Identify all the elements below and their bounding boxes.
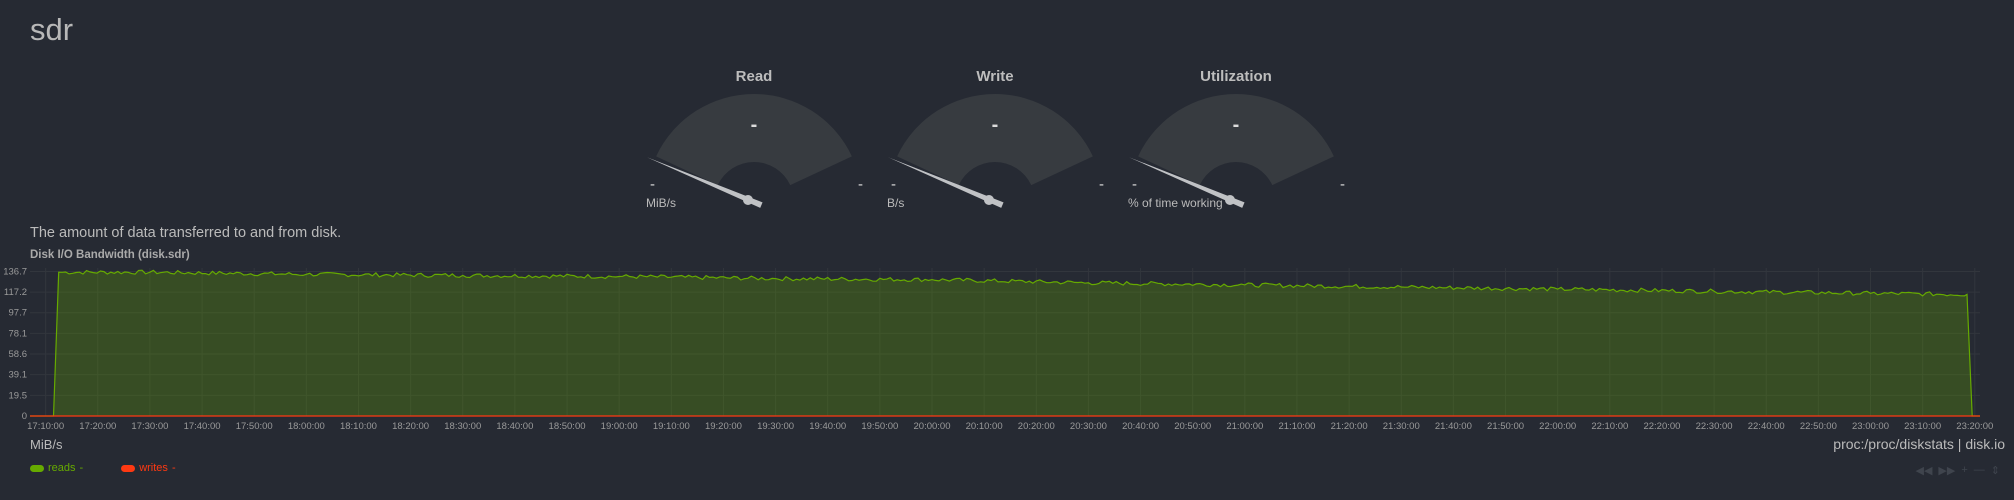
chart-toolbox: ◀◀ ▶▶ + — ⇕ — [1916, 464, 2001, 477]
x-tick-label: 23:10:00 — [1904, 421, 1941, 432]
x-tick-label: 17:30:00 — [131, 421, 168, 432]
gauge-write[interactable]: Write - - - B/s — [875, 62, 1135, 222]
gauge-pivot — [743, 195, 753, 205]
page-title: sdr — [30, 12, 74, 47]
gauge-units: B/s — [887, 196, 905, 210]
chart-description: The amount of data transferred to and fr… — [30, 225, 342, 241]
legend-value: - — [79, 462, 84, 474]
x-tick-label: 17:50:00 — [236, 421, 273, 432]
series-reads-area — [30, 270, 1980, 416]
y-tick-label: 19.5 — [9, 390, 28, 401]
y-tick-label: 97.7 — [9, 308, 28, 319]
x-tick-label: 21:30:00 — [1383, 421, 1420, 432]
gauge-min: - — [650, 176, 655, 193]
legend-swatch — [121, 464, 136, 472]
x-tick-label: 22:40:00 — [1748, 421, 1785, 432]
x-tick-label: 20:30:00 — [1070, 421, 1107, 432]
x-tick-label: 20:50:00 — [1174, 421, 1211, 432]
x-tick-label: 17:10:00 — [27, 421, 64, 432]
x-tick-label: 18:30:00 — [444, 421, 481, 432]
gauge-dial — [887, 94, 1093, 208]
x-tick-label: 19:40:00 — [809, 421, 846, 432]
x-tick-label: 20:10:00 — [966, 421, 1003, 432]
gauge-min: - — [1132, 176, 1137, 193]
x-tick-label: 22:20:00 — [1643, 421, 1680, 432]
x-tick-label: 22:50:00 — [1800, 421, 1837, 432]
legend-name: reads — [48, 462, 76, 474]
gauge-pivot — [984, 195, 994, 205]
x-tick-label: 19:00:00 — [601, 421, 638, 432]
x-tick-label: 21:00:00 — [1226, 421, 1263, 432]
x-tick-label: 20:40:00 — [1122, 421, 1159, 432]
chart-units: MiB/s — [30, 437, 63, 452]
y-tick-label: 117.2 — [4, 287, 27, 298]
gauge-arc — [897, 94, 1093, 186]
gauge-units: % of time working — [1128, 196, 1223, 210]
x-tick-label: 23:20:00 — [1956, 421, 1993, 432]
x-tick-label: 19:50:00 — [861, 421, 898, 432]
y-tick-label: 39.1 — [9, 370, 28, 381]
legend-item-writes[interactable]: writes - — [121, 462, 176, 474]
x-tick-label: 20:20:00 — [1018, 421, 1055, 432]
chart-legend: reads - writes - — [30, 462, 176, 474]
x-tick-label: 19:30:00 — [757, 421, 794, 432]
gauge-pivot — [1225, 195, 1235, 205]
y-tick-label: 78.1 — [9, 328, 28, 339]
gauge-units: MiB/s — [646, 196, 676, 210]
gauge-read[interactable]: Read - - - MiB/s — [634, 62, 894, 222]
gauge-arc — [656, 94, 852, 186]
x-tick-label: 18:20:00 — [392, 421, 429, 432]
x-tick-label: 23:00:00 — [1852, 421, 1889, 432]
disk-io-chart[interactable]: 019.539.158.678.197.7117.2136.717:10:00 1… — [0, 258, 2014, 438]
resize-icon[interactable]: ⇕ — [1991, 464, 2000, 477]
x-tick-label: 17:40:00 — [184, 421, 221, 432]
gauge-arc — [1138, 94, 1334, 186]
gauge-value: - — [1232, 114, 1240, 136]
gauge-max: - — [858, 176, 863, 193]
legend-swatch — [30, 464, 44, 472]
x-tick-label: 18:40:00 — [496, 421, 533, 432]
zoom-out-icon[interactable]: — — [1974, 464, 1985, 477]
gauge-max: - — [1099, 176, 1104, 193]
x-tick-label: 17:20:00 — [79, 421, 116, 432]
x-tick-label: 22:10:00 — [1591, 421, 1628, 432]
x-tick-label: 18:00:00 — [288, 421, 325, 432]
legend-value: - — [171, 462, 176, 474]
legend-name: writes — [139, 462, 168, 474]
x-tick-label: 19:10:00 — [653, 421, 690, 432]
gauge-value: - — [991, 114, 999, 136]
chart-source: proc:/proc/diskstats | disk.io — [1833, 436, 2005, 452]
gauge-utilization[interactable]: Utilization - - - % of time working — [1116, 62, 1376, 222]
x-tick-label: 22:00:00 — [1539, 421, 1576, 432]
right-icon[interactable]: ▶▶ — [1938, 464, 1955, 477]
x-tick-label: 19:20:00 — [705, 421, 742, 432]
y-tick-label: 58.6 — [9, 349, 28, 360]
x-tick-label: 20:00:00 — [914, 421, 951, 432]
left-icon[interactable]: ◀◀ — [1916, 464, 1933, 477]
y-tick-label: 136.7 — [3, 266, 27, 277]
x-tick-label: 18:50:00 — [549, 421, 586, 432]
legend-item-reads[interactable]: reads - — [30, 462, 83, 474]
x-tick-label: 21:20:00 — [1331, 421, 1368, 432]
gauge-max: - — [1340, 176, 1345, 193]
gauge-min: - — [891, 176, 896, 193]
x-tick-label: 21:40:00 — [1435, 421, 1472, 432]
x-tick-label: 21:10:00 — [1278, 421, 1315, 432]
gauge-value: - — [750, 114, 758, 136]
zoom-in-icon[interactable]: + — [1961, 464, 1967, 477]
x-tick-label: 18:10:00 — [340, 421, 377, 432]
x-tick-label: 21:50:00 — [1487, 421, 1524, 432]
x-tick-label: 22:30:00 — [1696, 421, 1733, 432]
